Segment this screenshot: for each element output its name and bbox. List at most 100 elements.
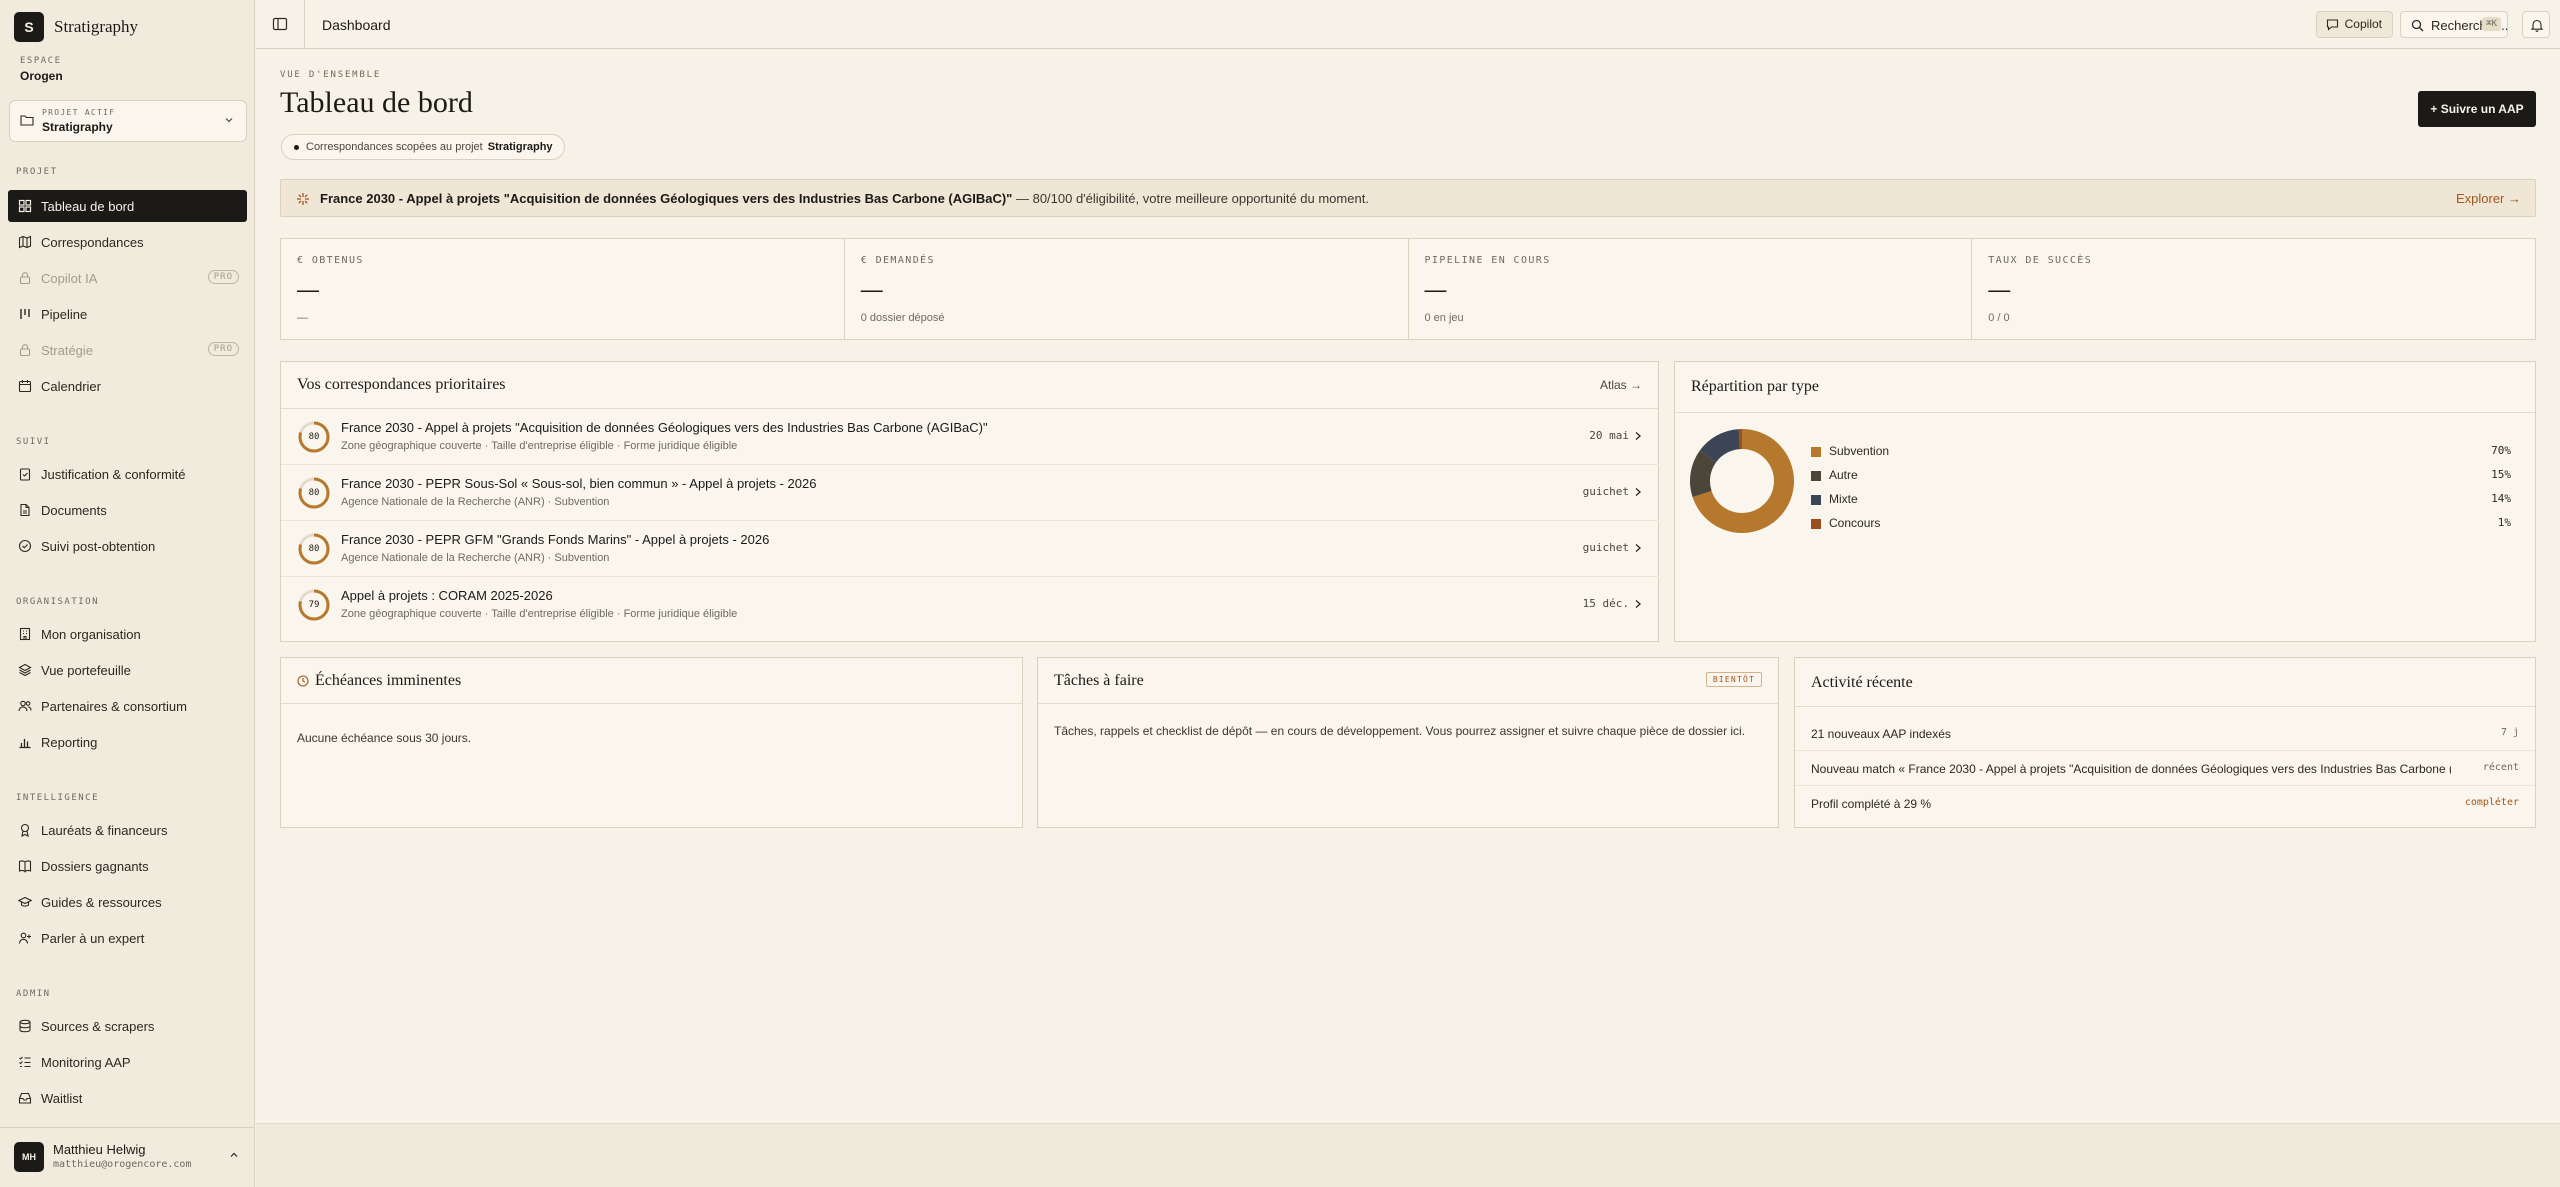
folder-icon (20, 115, 34, 126)
tasks-title: Tâches à faire (1054, 672, 1144, 689)
pro-badge: PRO (207, 270, 239, 284)
type-breakdown-title: Répartition par type (1691, 378, 1819, 395)
user-email: matthieu@orogencore.com (53, 1159, 192, 1170)
sidebar-item-documents[interactable]: Documents (8, 494, 247, 526)
kpi-strip: € OBTENUS — — € DEMANDÉS — 0 dossier dép… (280, 238, 2536, 340)
sidebar-item-justification[interactable]: Justification & conformité (8, 458, 247, 490)
nav-section-organisation: ORGANISATION (16, 597, 100, 607)
score-ring: 80 (297, 420, 331, 454)
activity-row[interactable]: 21 nouveaux AAP indexés 7 j (1795, 716, 2535, 751)
sidebar-item-suivi-post-obtention[interactable]: Suivi post-obtention (8, 530, 247, 562)
sidebar-item-label: Reporting (41, 734, 98, 750)
sidebar-item-label: Stratégie (41, 342, 94, 358)
topbar: Dashboard Copilot Rechercher... ⌘K (256, 0, 2560, 49)
deadlines-empty: Aucune échéance sous 30 jours. (297, 731, 472, 745)
score-value: 80 (308, 488, 320, 498)
match-deadline: guichet (1582, 541, 1629, 554)
match-subtitle: Agence Nationale de la Recherche (ANR) ·… (341, 552, 610, 564)
activity-text: Nouveau match « France 2030 - Appel à pr… (1811, 762, 2451, 776)
user-name: Matthieu Helwig (53, 1142, 146, 1157)
sidebar-item-monitoring[interactable]: Monitoring AAP (8, 1046, 247, 1078)
activity-meta: 7 j (2500, 727, 2519, 738)
sidebar-item-partenaires[interactable]: Partenaires & consortium (8, 690, 247, 722)
deadlines-title: Échéances imminentes (315, 672, 462, 689)
match-subtitle: Agence Nationale de la Recherche (ANR) ·… (341, 496, 610, 508)
copilot-button[interactable]: Copilot (2315, 11, 2393, 38)
legend-item: Mixte 14% (1811, 490, 2511, 510)
match-row[interactable]: 79 Appel à projets : CORAM 2025-2026 Zone … (281, 577, 1659, 633)
sidebar-item-calendrier[interactable]: Calendrier (8, 370, 247, 402)
chevron-right-icon (1635, 544, 1641, 552)
sidebar-item-dossiers-gagnants[interactable]: Dossiers gagnants (8, 850, 247, 882)
database-icon (19, 1019, 31, 1033)
user-menu[interactable]: MH Matthieu Helwig matthieu@orogencore.c… (0, 1127, 255, 1187)
chevron-right-icon (1635, 600, 1641, 608)
sidebar-item-strategie[interactable]: Stratégie PRO (8, 334, 247, 366)
score-ring: 80 (297, 532, 331, 566)
calendar-icon (18, 380, 32, 393)
avatar: MH (14, 1142, 44, 1172)
sidebar-item-vue-portefeuille[interactable]: Vue portefeuille (8, 654, 247, 686)
kpi-demandes: € DEMANDÉS — 0 dossier déposé (845, 239, 1409, 339)
banner-explore-link[interactable]: Explorer → (2456, 191, 2521, 206)
score-value: 80 (308, 432, 320, 442)
banner-highlight[interactable]: France 2030 - Appel à projets "Acquisiti… (320, 191, 1012, 206)
legend-swatch (1811, 495, 1821, 505)
brand[interactable]: S Stratigraphy (14, 12, 138, 42)
activity-meta: récent (2482, 762, 2519, 773)
kpi-sub: 0 / 0 (1988, 312, 2010, 324)
project-selector[interactable]: PROJET ACTIF Stratigraphy (9, 100, 247, 142)
follow-aap-button[interactable]: + Suivre un AAP (2418, 91, 2536, 127)
activity-complete-link[interactable]: compléter (2465, 797, 2519, 808)
sidebar-item-laureats[interactable]: Lauréats & financeurs (8, 814, 247, 846)
sidebar-item-label: Guides & ressources (41, 894, 162, 910)
sidebar-item-waitlist[interactable]: Waitlist (8, 1082, 247, 1114)
kpi-pipeline: PIPELINE EN COURS — 0 en jeu (1409, 239, 1973, 339)
user-plus-icon (18, 932, 31, 944)
tasks-card: Tâches à faire BIENTÔT Tâches, rappels e… (1037, 657, 1779, 828)
notifications-button[interactable] (2522, 11, 2550, 38)
lock-icon (19, 344, 31, 357)
sidebar-item-tableau-de-bord[interactable]: Tableau de bord (8, 190, 247, 222)
search-button[interactable]: Rechercher... ⌘K (2400, 11, 2508, 38)
match-deadline: guichet (1582, 485, 1629, 498)
sidebar-item-reporting[interactable]: Reporting (8, 726, 247, 758)
match-deadline: 15 déc. (1582, 597, 1629, 610)
sidebar-item-parler-expert[interactable]: Parler à un expert (8, 922, 247, 954)
sidebar-item-label: Correspondances (41, 234, 144, 250)
search-icon (2411, 19, 2424, 32)
sidebar-item-guides[interactable]: Guides & ressources (8, 886, 247, 918)
kpi-value: — (1988, 277, 2011, 302)
sidebar-item-label: Calendrier (41, 378, 101, 394)
sidebar-item-pipeline[interactable]: Pipeline (8, 298, 247, 330)
type-breakdown-card: Répartition par type Subvention 70% Autre 1… (1674, 361, 2536, 642)
kpi-value: — (860, 277, 883, 302)
sidebar-item-label: Waitlist (41, 1090, 83, 1106)
sidebar-item-copilot-ia[interactable]: Copilot IA PRO (8, 262, 247, 294)
sidebar-item-label: Documents (41, 502, 107, 518)
sidebar-toggle-icon[interactable] (272, 16, 288, 32)
pro-badge: PRO (207, 342, 239, 356)
chevron-right-icon (1635, 488, 1641, 496)
kpi-sub: 0 en jeu (1424, 312, 1464, 324)
match-deadline: 20 mai (1589, 429, 1629, 442)
activity-row[interactable]: Profil complété à 29 % compléter (1795, 786, 2535, 821)
sidebar-item-sources[interactable]: Sources & scrapers (8, 1010, 247, 1042)
workspace-label: ESPACE (20, 56, 62, 66)
file-icon (20, 503, 30, 517)
sidebar-item-mon-organisation[interactable]: Mon organisation (8, 618, 247, 650)
kpi-label: € DEMANDÉS (860, 255, 935, 266)
match-row[interactable]: 80 France 2030 - Appel à projets "Acquisi… (281, 409, 1659, 465)
brand-logo: S (14, 12, 44, 42)
legend-value: 15% (2491, 468, 2511, 481)
banner-text: — 80/100 d'éligibilité, votre meilleure … (1012, 191, 1369, 206)
match-row[interactable]: 80 France 2030 - PEPR GFM "Grands Fonds M… (281, 521, 1659, 577)
activity-header: Activité récente (1795, 658, 2535, 707)
message-icon (2326, 19, 2338, 31)
match-row[interactable]: 80 France 2030 - PEPR Sous-Sol « Sous-sol… (281, 465, 1659, 521)
legend-label: Concours (1829, 516, 1881, 530)
atlas-link[interactable]: Atlas → (1600, 378, 1642, 392)
legend-item: Concours 1% (1811, 514, 2511, 534)
sidebar-item-correspondances[interactable]: Correspondances (8, 226, 247, 258)
activity-row[interactable]: Nouveau match « France 2030 - Appel à pr… (1795, 751, 2535, 786)
